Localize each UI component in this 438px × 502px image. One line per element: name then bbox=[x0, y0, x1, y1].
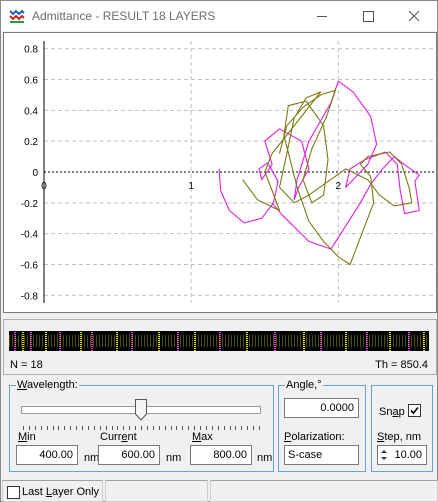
layer-count-label: N = 18 bbox=[10, 359, 43, 371]
admittance-locus-2 bbox=[242, 89, 413, 266]
y-tick-label: -0.4 bbox=[21, 230, 39, 241]
y-tick-label: 0.4 bbox=[24, 106, 38, 117]
snap-label: Snap bbox=[379, 406, 405, 418]
slider-tick bbox=[188, 426, 190, 430]
slider-tick bbox=[64, 426, 66, 430]
slider-tick bbox=[217, 426, 219, 430]
minimize-icon bbox=[317, 16, 327, 17]
slider-tick bbox=[82, 426, 83, 430]
slider-tick bbox=[34, 426, 36, 430]
slider-tick bbox=[87, 426, 89, 430]
slider-tick bbox=[176, 426, 178, 430]
slider-tick bbox=[253, 426, 255, 430]
slider-tick bbox=[194, 426, 196, 430]
slider-tick bbox=[200, 426, 201, 430]
min-label: Min bbox=[18, 431, 36, 443]
slider-tick bbox=[182, 426, 184, 430]
thickness-label: Th = 850.4 bbox=[375, 359, 428, 371]
app-icon bbox=[9, 8, 25, 24]
x-tick-label: 2 bbox=[336, 181, 342, 192]
y-tick-label: 0.8 bbox=[24, 45, 38, 56]
slider-tick bbox=[129, 426, 131, 430]
angle-input[interactable]: 0.0000 bbox=[284, 398, 359, 418]
admittance-chart: 0.80.60.40.20-0.2-0.4-0.6-0.8012 bbox=[21, 41, 434, 303]
slider-tick bbox=[123, 426, 125, 430]
slider-tick bbox=[70, 426, 72, 430]
max-wavelength-input[interactable]: 800.00 bbox=[190, 445, 252, 465]
min-wavelength-input[interactable]: 400.00 bbox=[16, 445, 78, 465]
slider-tick bbox=[241, 426, 243, 430]
slider-tick bbox=[146, 426, 148, 430]
min-unit-label: nm bbox=[84, 452, 100, 464]
step-label: Step, nm bbox=[377, 431, 422, 443]
slider-tick bbox=[211, 426, 213, 430]
wavelength-slider-thumb[interactable] bbox=[135, 399, 147, 421]
y-tick-label: 0.2 bbox=[24, 137, 38, 148]
admittance-window: Admittance - RESULT 18 LAYERS 0.8 0.6 0.4 0… bbox=[0, 0, 438, 502]
title-bar[interactable]: Admittance - RESULT 18 LAYERS bbox=[1, 1, 437, 31]
slider-tick bbox=[135, 426, 137, 430]
slider-tick bbox=[111, 426, 113, 430]
slider-tick bbox=[205, 426, 207, 430]
slider-tick bbox=[99, 426, 101, 430]
admittance-locus-1 bbox=[218, 80, 420, 250]
slider-tick bbox=[170, 426, 172, 430]
max-unit-label: nm bbox=[257, 452, 273, 464]
y-tick-label: -0.2 bbox=[21, 199, 39, 210]
wavelength-group-title: Wavelength: bbox=[16, 379, 79, 391]
y-tick-label: 0 bbox=[32, 168, 38, 179]
close-icon bbox=[408, 10, 420, 22]
slider-tick bbox=[28, 426, 30, 430]
admittance-plot[interactable]: 0.80.60.40.20-0.2-0.4-0.6-0.8012 bbox=[3, 32, 437, 313]
slider-tick bbox=[76, 426, 78, 430]
step-spinner-icon[interactable] bbox=[380, 448, 388, 462]
y-tick-label: -0.8 bbox=[21, 291, 39, 302]
close-button[interactable] bbox=[391, 1, 437, 31]
current-wavelength-input[interactable]: 600.00 bbox=[98, 445, 160, 465]
status-cell-3 bbox=[210, 480, 438, 502]
slider-tick bbox=[105, 426, 107, 430]
slider-tick bbox=[141, 426, 142, 430]
slider-tick bbox=[229, 426, 231, 430]
x-tick-label: 1 bbox=[188, 181, 194, 192]
slider-tick bbox=[235, 426, 237, 430]
last-layer-only-label: Last Layer Only bbox=[22, 486, 100, 498]
slider-tick bbox=[152, 426, 154, 430]
angle-group-title: Angle,° bbox=[285, 379, 323, 391]
current-label: Current bbox=[100, 431, 137, 443]
y-tick-label: 0.6 bbox=[24, 76, 38, 87]
polarization-label: Polarization: bbox=[284, 431, 345, 443]
slider-tick bbox=[40, 426, 42, 430]
max-label: Max bbox=[192, 431, 213, 443]
layer-structure-panel: N = 18 Th = 850.4 bbox=[3, 319, 437, 375]
maximize-button[interactable] bbox=[345, 1, 391, 31]
window-title: Admittance - RESULT 18 LAYERS bbox=[32, 9, 216, 23]
snap-checkbox[interactable] bbox=[408, 404, 421, 417]
status-cell-2 bbox=[105, 480, 208, 502]
slider-tick bbox=[23, 426, 24, 430]
slider-tick bbox=[117, 426, 119, 430]
slider-tick bbox=[247, 426, 249, 430]
minimize-button[interactable] bbox=[299, 1, 345, 31]
slider-tick bbox=[52, 426, 54, 430]
slider-tick bbox=[58, 426, 60, 430]
y-tick-label: -0.6 bbox=[21, 260, 39, 271]
layer-texture bbox=[9, 335, 429, 347]
current-unit-label: nm bbox=[166, 452, 182, 464]
slider-tick bbox=[259, 426, 260, 430]
layer-structure-bar[interactable] bbox=[9, 331, 429, 351]
maximize-icon bbox=[363, 11, 374, 22]
checkmark-icon bbox=[410, 406, 419, 415]
slider-tick bbox=[158, 426, 160, 430]
slider-tick bbox=[164, 426, 166, 430]
slider-tick bbox=[93, 426, 95, 430]
slider-tick bbox=[223, 426, 225, 430]
polarization-select[interactable]: S-case bbox=[284, 445, 359, 465]
slider-tick bbox=[46, 426, 48, 430]
last-layer-only-checkbox[interactable] bbox=[7, 486, 20, 499]
